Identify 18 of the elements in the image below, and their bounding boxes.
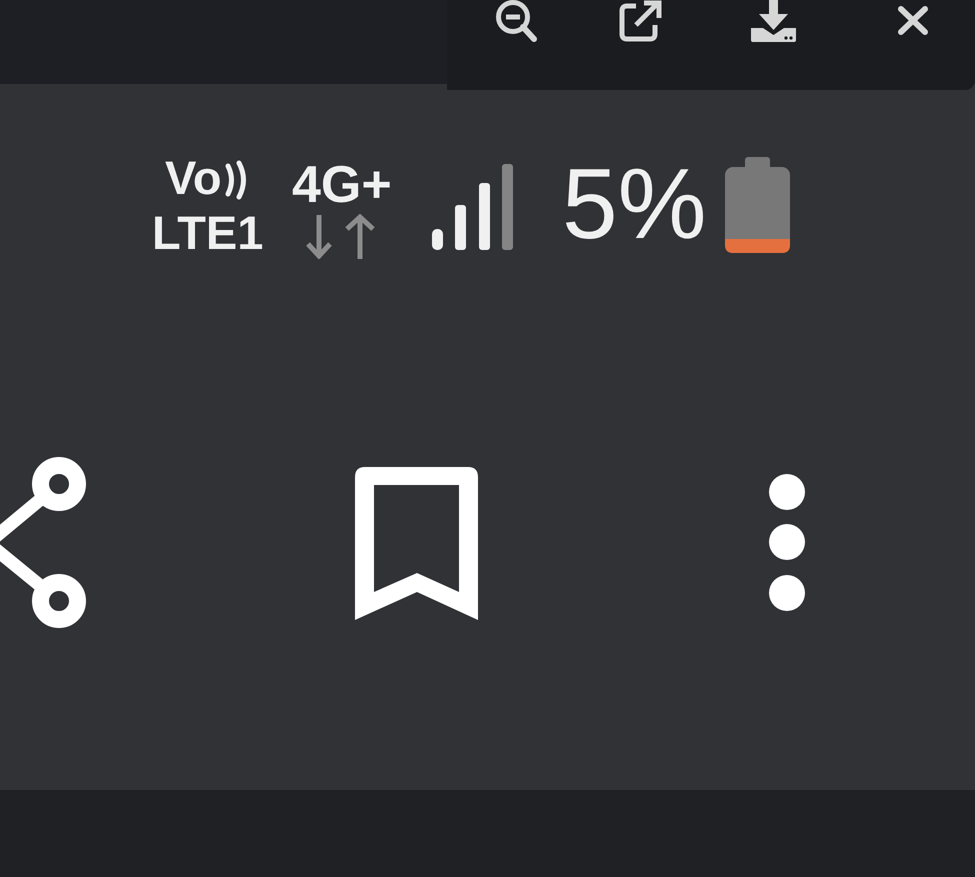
share-button[interactable] (0, 457, 87, 629)
more-vertical-icon (769, 474, 805, 612)
external-link-icon (619, 0, 662, 42)
signal-strength-icon (430, 163, 514, 250)
battery-percent: 5% (562, 154, 707, 254)
more-button[interactable] (769, 474, 805, 612)
lte-label: LTE1 (152, 209, 264, 256)
battery-icon (725, 157, 790, 253)
close-button[interactable] (897, 5, 929, 36)
zoom-out-button[interactable] (494, 0, 538, 43)
close-icon (897, 5, 929, 36)
download-button[interactable] (750, 0, 797, 42)
zoom-out-icon (494, 0, 538, 43)
open-external-button[interactable] (619, 0, 662, 42)
bookmark-icon (355, 466, 478, 620)
volte-label: Vo (165, 154, 222, 201)
network-type-label: 4G+ (292, 159, 392, 211)
bookmark-button[interactable] (355, 466, 478, 620)
